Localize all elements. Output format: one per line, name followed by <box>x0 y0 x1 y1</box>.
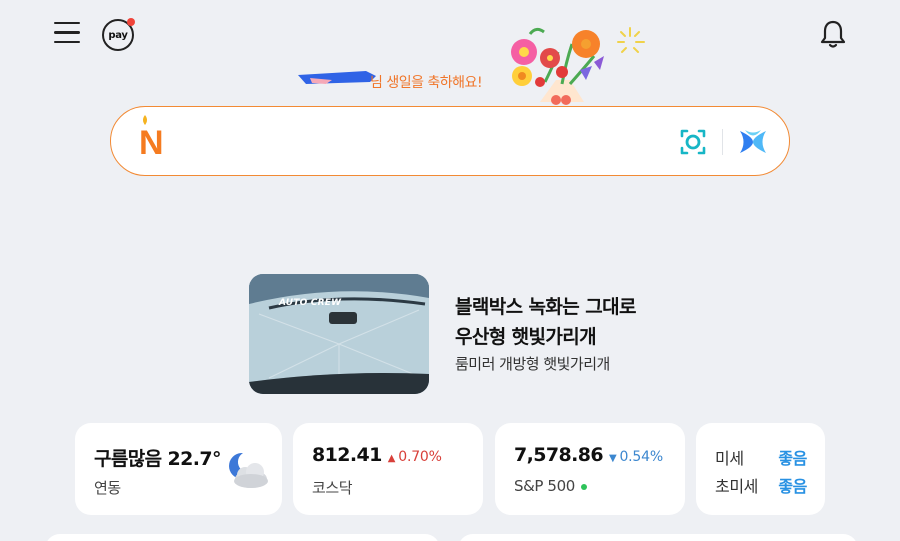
lens-camera-icon[interactable] <box>678 127 708 157</box>
dust-card[interactable]: 미세 좋음 초미세 좋음 <box>696 423 825 515</box>
pay-label: pay <box>108 29 128 41</box>
hamburger-menu-icon <box>54 22 80 25</box>
ai-sparkle-icon[interactable] <box>737 127 769 157</box>
weather-summary: 구름많음 22.7° <box>94 448 222 470</box>
fine-dust-row: 미세 좋음 <box>715 449 807 468</box>
partly-cloudy-night-icon <box>229 452 268 488</box>
divider <box>722 129 723 155</box>
car-sunshade-image <box>249 274 429 394</box>
flower-bouquet-icon <box>511 27 645 105</box>
candle-flame-icon <box>143 115 147 125</box>
ad-subtitle[interactable]: 룸미러 개방형 햇빛가리개 <box>455 353 610 374</box>
notification-dot <box>127 18 135 26</box>
bottom-card-left[interactable] <box>45 534 440 541</box>
sp500-change: ▼ 0.54% <box>608 449 663 465</box>
ad-title[interactable]: 블랙박스 녹화는 그대로 우산형 햇빛가리개 <box>455 292 636 352</box>
kosdaq-change: ▲ 0.70% <box>387 449 442 465</box>
pay-button[interactable]: pay <box>102 18 135 51</box>
sp500-card[interactable]: 7,578.86 ▼ 0.54% S&P 500 <box>495 423 685 515</box>
kosdaq-index: 812.41 ▲ 0.70% <box>312 444 442 466</box>
kosdaq-label: 코스닥 <box>312 479 353 497</box>
weather-card[interactable]: 구름많음 22.7° 연동 <box>75 423 282 515</box>
naver-logo: N <box>139 124 164 162</box>
market-open-dot <box>580 483 587 490</box>
ad-brand-label: AUTO CREW <box>279 298 342 308</box>
menu-button[interactable] <box>54 22 80 46</box>
birthday-message[interactable]: 님 생일을 축하해요! <box>370 72 483 92</box>
bell-icon[interactable] <box>818 18 848 50</box>
redacted-name <box>298 71 376 84</box>
sp500-index: 7,578.86 ▼ 0.54% <box>514 444 663 466</box>
ad-thumbnail[interactable]: AUTO CREW <box>249 274 429 394</box>
down-triangle-icon: ▼ <box>608 453 617 464</box>
up-triangle-icon: ▲ <box>387 453 396 464</box>
ultra-fine-dust-row: 초미세 좋음 <box>715 477 807 496</box>
bottom-card-right[interactable] <box>458 534 858 541</box>
weather-location: 연동 <box>94 479 121 497</box>
search-bar[interactable]: N <box>110 106 790 176</box>
kosdaq-card[interactable]: 812.41 ▲ 0.70% 코스닥 <box>293 423 483 515</box>
sp500-label: S&P 500 <box>514 477 587 495</box>
